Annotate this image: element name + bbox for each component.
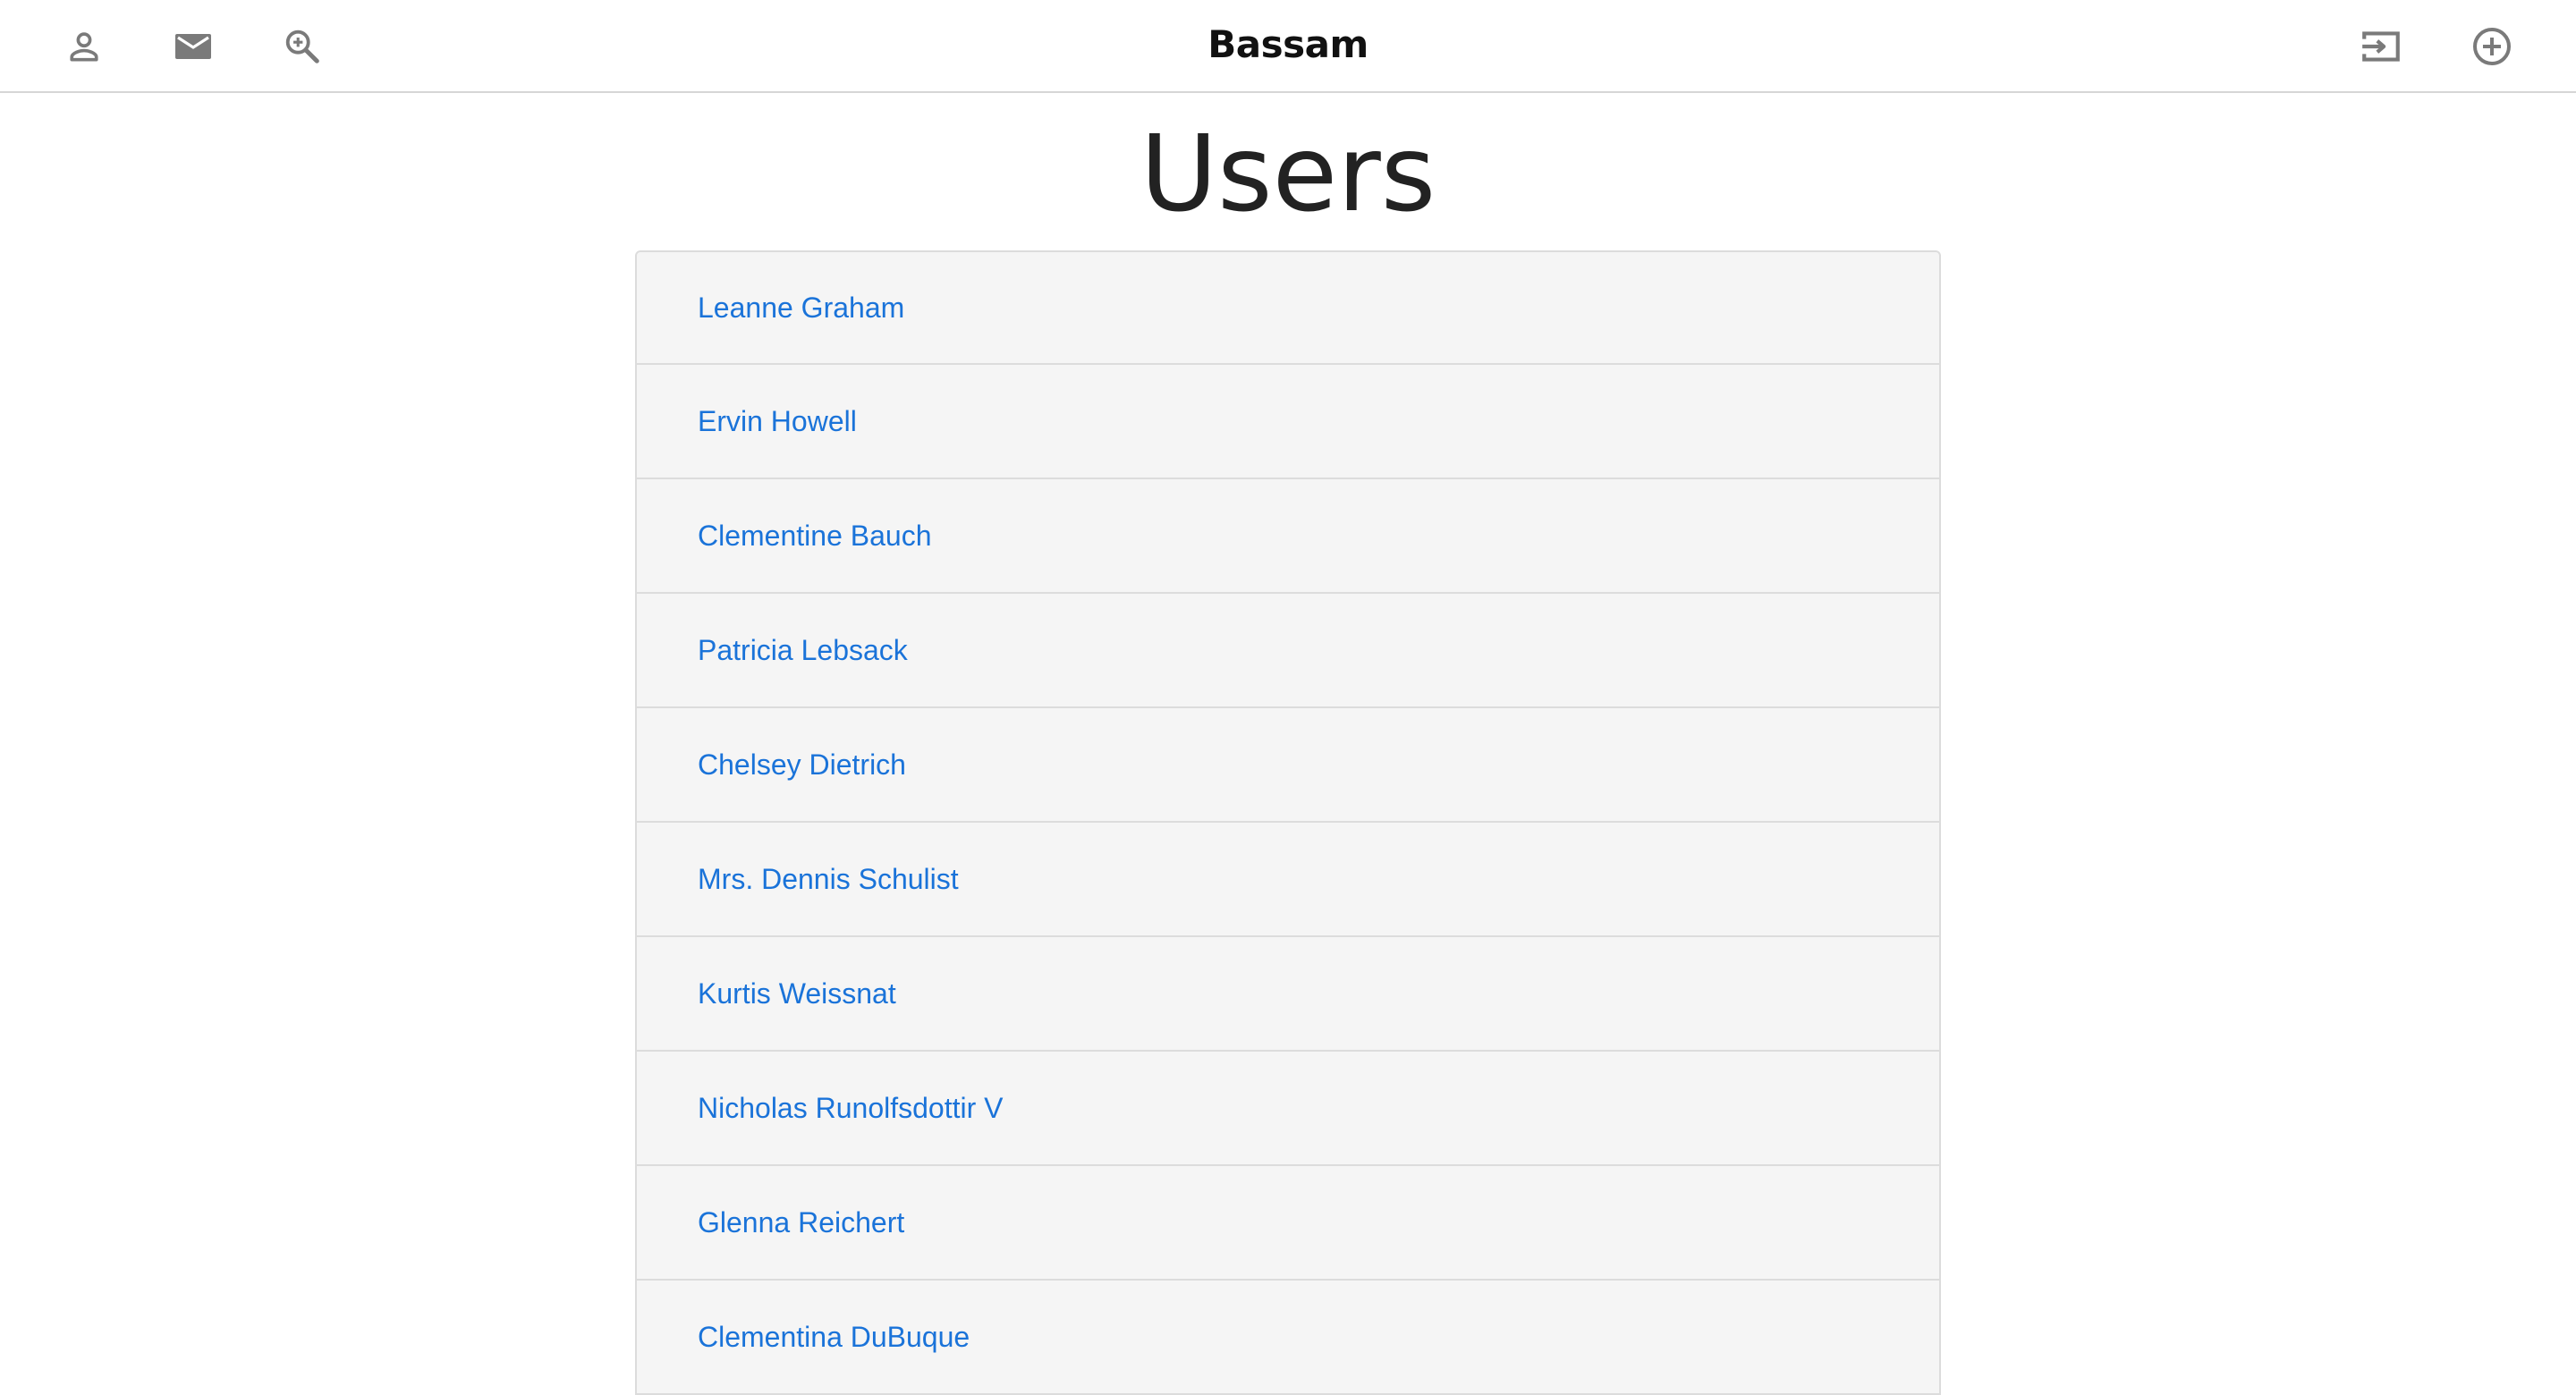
user-link[interactable]: Glenna Reichert [698,1205,904,1240]
user-link[interactable]: Ervin Howell [698,403,857,439]
user-link[interactable]: Mrs. Dennis Schulist [698,861,959,897]
user-list-item[interactable]: Kurtis Weissnat [635,935,1941,1052]
user-list-item[interactable]: Clementina DuBuque [635,1279,1941,1395]
user-list-item[interactable]: Ervin Howell [635,363,1941,479]
user-link[interactable]: Kurtis Weissnat [698,976,896,1011]
user-link[interactable]: Clementine Bauch [698,518,931,554]
user-list-item[interactable]: Nicholas Runolfsdottir V [635,1050,1941,1166]
user-link[interactable]: Clementina DuBuque [698,1319,970,1355]
add-circle-icon[interactable] [2465,20,2519,73]
user-list-item[interactable]: Mrs. Dennis Schulist [635,821,1941,937]
user-list-item[interactable]: Glenna Reichert [635,1164,1941,1281]
user-link[interactable]: Nicholas Runolfsdottir V [698,1090,1003,1126]
user-list-item[interactable]: Clementine Bauch [635,478,1941,594]
user-link[interactable]: Leanne Graham [698,290,904,326]
user-link[interactable]: Chelsey Dietrich [698,747,906,782]
user-list: Leanne Graham Ervin Howell Clementine Bauc… [635,250,1941,1395]
page-title: Users [1140,112,1436,235]
user-link[interactable]: Patricia Lebsack [698,632,908,668]
top-navbar: Bassam [0,0,2576,93]
user-list-item[interactable]: Chelsey Dietrich [635,706,1941,823]
app-brand: Bassam [1208,22,1368,66]
user-list-item[interactable]: Patricia Lebsack [635,592,1941,708]
login-icon[interactable] [2354,20,2408,73]
user-list-item[interactable]: Leanne Graham [635,250,1941,365]
